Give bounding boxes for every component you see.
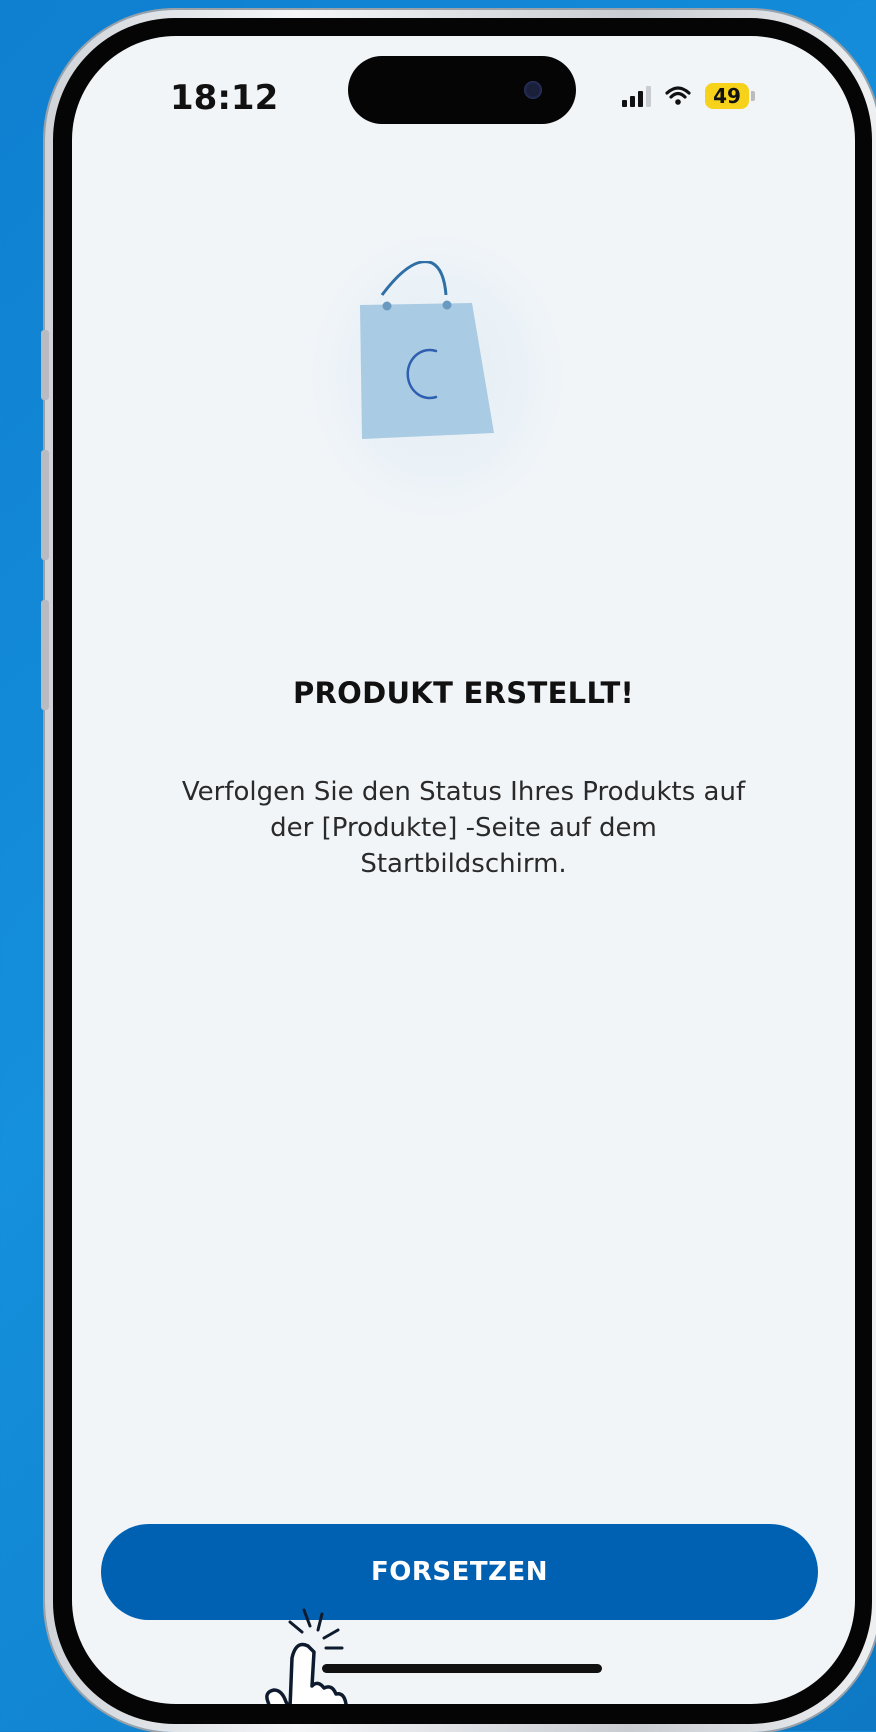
continue-button[interactable]: FORSETZEN — [101, 1524, 818, 1620]
shopping-bag-loading-icon — [360, 261, 494, 439]
success-title: PRODUKT ERSTELLT! — [292, 676, 635, 710]
tap-hand-icon — [265, 1608, 348, 1704]
side-button-mute — [41, 330, 49, 400]
home-indicator[interactable] — [322, 1664, 602, 1673]
status-indicators: 49 — [622, 76, 755, 116]
success-description: Verfolgen Sie den Status Ihres Produkts … — [181, 777, 746, 879]
side-button-volume-up — [41, 450, 49, 560]
front-camera-icon — [524, 81, 542, 99]
dynamic-island — [348, 56, 576, 124]
side-button-volume-down — [41, 600, 49, 710]
battery-tip — [751, 91, 755, 101]
phone-screen: 18:12 49 PRODUKT ERSTELLT! Verfolgen Sie… — [72, 36, 855, 1704]
status-time: 18:12 — [170, 78, 279, 118]
signal-icon — [622, 85, 651, 107]
wifi-icon — [665, 86, 691, 105]
battery-icon: 49 — [705, 83, 749, 109]
